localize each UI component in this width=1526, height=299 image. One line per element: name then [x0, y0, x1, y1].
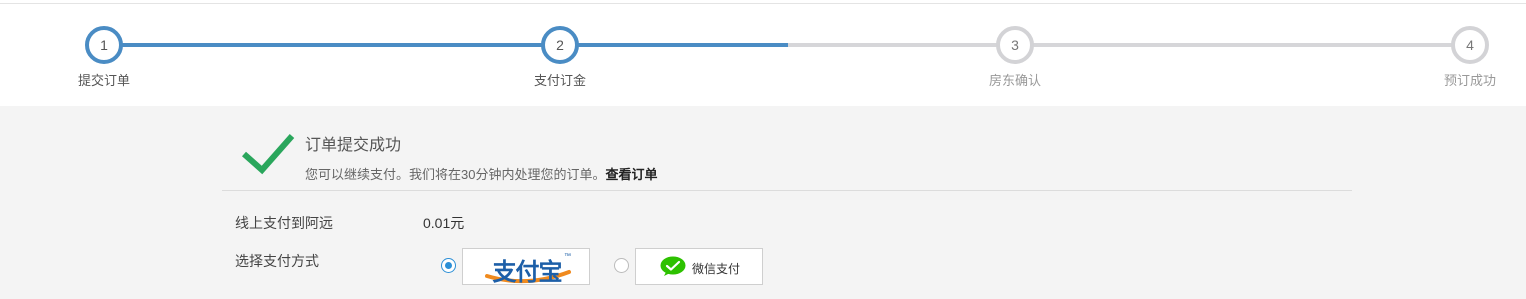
step-label: 预订成功	[1443, 73, 1496, 88]
step-number: 1	[85, 26, 123, 64]
progress-track-done	[104, 43, 788, 47]
payment-method-label: 选择支付方式	[235, 253, 319, 269]
wechat-icon	[660, 256, 686, 276]
progress-track-pending	[788, 43, 1470, 47]
success-message: 您可以继续支付。我们将在30分钟内处理您的订单。	[305, 167, 606, 182]
wechat-pay-label: 微信支付	[692, 262, 741, 276]
alipay-logo-text: 支付宝	[492, 257, 563, 286]
step-label: 房东确认	[988, 73, 1041, 88]
top-divider	[0, 3, 1526, 4]
step-submit-order: 1 提交订单	[44, 26, 164, 89]
wechat-radio[interactable]	[614, 258, 629, 273]
step-booking-success: 4 预订成功	[1410, 26, 1526, 89]
step-number: 4	[1451, 26, 1489, 64]
step-label: 提交订单	[77, 73, 130, 88]
success-description: 您可以继续支付。我们将在30分钟内处理您的订单。查看订单	[305, 164, 657, 183]
step-pay-deposit: 2 支付订金	[500, 26, 620, 89]
section-divider	[222, 190, 1352, 191]
step-number: 3	[996, 26, 1034, 64]
view-order-link[interactable]: 查看订单	[605, 167, 657, 182]
progress-steps: 1 提交订单 2 支付订金 3 房东确认 4 预订成功	[0, 0, 1526, 106]
online-payment-label: 线上支付到阿远	[235, 215, 333, 231]
alipay-logo: 支付宝 ™	[481, 252, 573, 286]
step-host-confirm: 3 房东确认	[955, 26, 1075, 89]
step-label: 支付订金	[533, 73, 586, 88]
alipay-radio[interactable]	[441, 258, 456, 273]
alipay-trademark: ™	[564, 253, 571, 260]
wechat-pay-option[interactable]: 微信支付	[635, 248, 763, 285]
checkmark-icon	[242, 134, 295, 175]
payment-amount: 0.01元	[423, 215, 465, 231]
step-number: 2	[541, 26, 579, 64]
alipay-option[interactable]: 支付宝 ™	[462, 248, 590, 286]
order-panel	[0, 106, 1526, 299]
success-title: 订单提交成功	[305, 137, 402, 154]
